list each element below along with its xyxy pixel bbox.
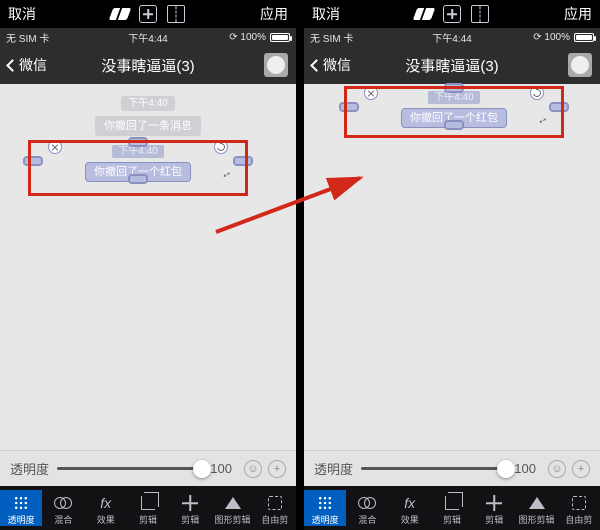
back-label: 微信 [19, 55, 47, 75]
tool-free-clip[interactable]: 自由剪 [254, 490, 296, 526]
tool-shape-clip[interactable]: 图形剪辑 [515, 490, 557, 526]
tool-blend[interactable]: 混合 [42, 490, 84, 526]
editor-topbar: 取消 应用 [0, 0, 296, 28]
emoji-icon[interactable]: ☺ [244, 460, 262, 478]
tool-blend[interactable]: 混合 [346, 490, 388, 526]
opacity-slider[interactable] [361, 467, 506, 470]
editor-panel-right: 取消 应用 无 SIM 卡 下午4:44 ⟳ 100% 微信 没事瞎逼逼(3) … [304, 0, 600, 530]
back-label: 微信 [323, 55, 351, 75]
battery-icon [270, 33, 290, 42]
slider-value: 100 [514, 461, 536, 476]
editor-topbar: 取消 应用 [304, 0, 600, 28]
chevron-left-icon [6, 59, 19, 72]
chat-timestamp: 下午4:40 [0, 94, 296, 109]
sim-status: 无 SIM 卡 [310, 30, 353, 45]
slider-value: 100 [210, 461, 232, 476]
apply-button[interactable]: 应用 [260, 4, 288, 24]
editor-panel-left: 取消 应用 无 SIM 卡 下午4:44 ⟳ 100% 微信 没事瞎逼逼(3) … [0, 0, 296, 530]
compare-icon[interactable] [471, 5, 489, 23]
chat-header: 微信 没事瞎逼逼(3) [304, 46, 600, 84]
tool-free-clip[interactable]: 自由剪 [558, 490, 600, 526]
add-layer-icon[interactable] [139, 5, 157, 23]
tool-opacity[interactable]: 透明度 [0, 490, 42, 526]
slider-thumb[interactable] [497, 460, 515, 478]
system-message-recall: 你撤回了一条消息 [0, 117, 296, 133]
sim-status: 无 SIM 卡 [6, 30, 49, 45]
back-button[interactable]: 微信 [312, 55, 351, 75]
cancel-button[interactable]: 取消 [8, 4, 36, 24]
cancel-button[interactable]: 取消 [312, 4, 340, 24]
annotation-highlight-box [344, 86, 564, 138]
emoji-icon[interactable]: ☺ [548, 460, 566, 478]
tool-crop[interactable]: 剪辑 [431, 490, 473, 526]
battery-icon [574, 33, 594, 42]
bottom-toolbar: 透明度 混合 fx效果 剪辑 剪辑 图形剪辑 自由剪 [0, 486, 296, 530]
opacity-slider-bar: 透明度 100 ☺ + [0, 450, 296, 486]
tool-effects[interactable]: fx效果 [389, 490, 431, 526]
eraser-icon[interactable] [413, 8, 435, 20]
chat-avatar[interactable] [568, 53, 592, 77]
tool-move[interactable]: 剪辑 [473, 490, 515, 526]
battery-percent: ⟳ 100% [229, 32, 266, 43]
ios-status-bar: 无 SIM 卡 下午4:44 ⟳ 100% [304, 28, 600, 46]
compare-icon[interactable] [167, 5, 185, 23]
tool-shape-clip[interactable]: 图形剪辑 [211, 490, 253, 526]
chat-canvas-right[interactable]: 下午4:40 你撤回了一个红包 [304, 84, 600, 450]
back-button[interactable]: 微信 [8, 55, 47, 75]
opacity-slider-bar: 透明度 100 ☺ + [304, 450, 600, 486]
annotation-highlight-box [28, 140, 248, 196]
battery-percent: ⟳ 100% [533, 32, 570, 43]
tool-opacity[interactable]: 透明度 [304, 490, 346, 526]
tool-crop[interactable]: 剪辑 [127, 490, 169, 526]
add-icon[interactable]: + [268, 460, 286, 478]
chat-header: 微信 没事瞎逼逼(3) [0, 46, 296, 84]
add-icon[interactable]: + [572, 460, 590, 478]
eraser-icon[interactable] [109, 8, 131, 20]
slider-label: 透明度 [10, 459, 49, 478]
apply-button[interactable]: 应用 [564, 4, 592, 24]
chat-avatar[interactable] [264, 53, 288, 77]
opacity-slider[interactable] [57, 467, 202, 470]
slider-thumb[interactable] [193, 460, 211, 478]
slider-label: 透明度 [314, 459, 353, 478]
tool-effects[interactable]: fx效果 [85, 490, 127, 526]
tool-move[interactable]: 剪辑 [169, 490, 211, 526]
chevron-left-icon [310, 59, 323, 72]
add-layer-icon[interactable] [443, 5, 461, 23]
chat-canvas-left[interactable]: 下午4:40 你撤回了一条消息 下午4:40 你撤回了一个红包 [0, 84, 296, 450]
ios-status-bar: 无 SIM 卡 下午4:44 ⟳ 100% [0, 28, 296, 46]
bottom-toolbar: 透明度 混合 fx效果 剪辑 剪辑 图形剪辑 自由剪 [304, 486, 600, 530]
